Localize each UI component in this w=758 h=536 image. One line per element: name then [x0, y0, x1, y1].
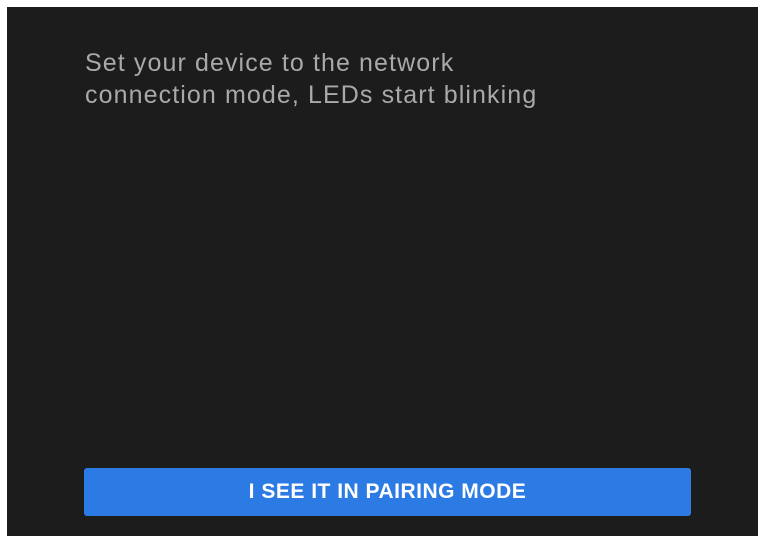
pairing-screen: Set your device to the network connectio… — [7, 7, 758, 536]
pairing-instruction-text: Set your device to the network connectio… — [85, 49, 538, 109]
confirm-pairing-mode-button[interactable]: I SEE IT IN PAIRING MODE — [84, 468, 691, 516]
